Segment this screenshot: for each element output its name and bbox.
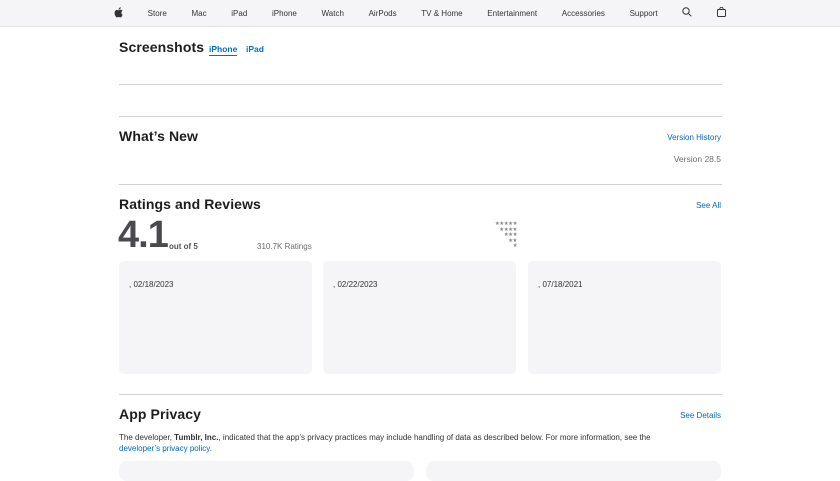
nav-store[interactable]: Store <box>148 9 167 18</box>
review-date: , 02/18/2023 <box>129 280 174 289</box>
star-breakdown: ★★★★★ ★★★★ ★★★ ★★ ★ <box>480 221 518 250</box>
tab-ipad[interactable]: iPad <box>246 44 264 54</box>
nav-tv-home[interactable]: TV & Home <box>421 9 462 18</box>
tab-iphone[interactable]: iPhone <box>209 44 238 56</box>
star-row-1: ★ <box>512 243 518 249</box>
review-card[interactable]: , 02/22/2023 <box>323 261 516 374</box>
privacy-heading: App Privacy <box>119 406 202 422</box>
see-details-link[interactable]: See Details <box>680 411 721 420</box>
global-nav: Store Mac iPad iPhone Watch AirPods TV &… <box>0 0 840 27</box>
privacy-card <box>119 461 414 481</box>
nav-support[interactable]: Support <box>630 9 658 18</box>
version-history-link[interactable]: Version History <box>667 133 721 142</box>
ratings-heading: Ratings and Reviews <box>119 196 261 212</box>
search-icon[interactable] <box>682 7 692 19</box>
shopping-bag-icon[interactable] <box>716 6 726 19</box>
version-text: Version 28.5 <box>673 154 721 164</box>
nav-mac[interactable]: Mac <box>191 9 206 18</box>
whats-new-heading: What’s New <box>119 128 199 144</box>
privacy-card <box>426 461 721 481</box>
rating-score: 4.1 <box>118 214 169 256</box>
privacy-text: The developer, Tumblr, Inc., indicated t… <box>119 433 651 453</box>
review-card[interactable]: , 02/18/2023 <box>119 261 312 374</box>
nav-accessories[interactable]: Accessories <box>562 9 605 18</box>
developer-name: Tumblr, Inc. <box>174 433 219 442</box>
nav-entertainment[interactable]: Entertainment <box>487 9 537 18</box>
divider <box>119 116 722 117</box>
rating-count: 310.7K Ratings <box>257 242 312 251</box>
nav-iphone[interactable]: iPhone <box>272 9 297 18</box>
review-date: , 02/22/2023 <box>333 280 378 289</box>
rating-out-of: out of 5 <box>169 242 198 251</box>
divider <box>119 84 722 85</box>
divider <box>119 394 722 395</box>
nav-ipad[interactable]: iPad <box>231 9 247 18</box>
nav-airpods[interactable]: AirPods <box>369 9 397 18</box>
divider <box>119 184 722 185</box>
review-date: , 07/18/2021 <box>538 280 583 289</box>
nav-watch[interactable]: Watch <box>322 9 344 18</box>
screenshots-heading: Screenshots <box>119 39 205 55</box>
see-all-link[interactable]: See All <box>696 201 721 210</box>
review-card[interactable]: , 07/18/2021 <box>528 261 721 374</box>
privacy-policy-link[interactable]: developer’s privacy policy <box>119 444 210 453</box>
apple-logo-icon[interactable] <box>114 6 123 20</box>
